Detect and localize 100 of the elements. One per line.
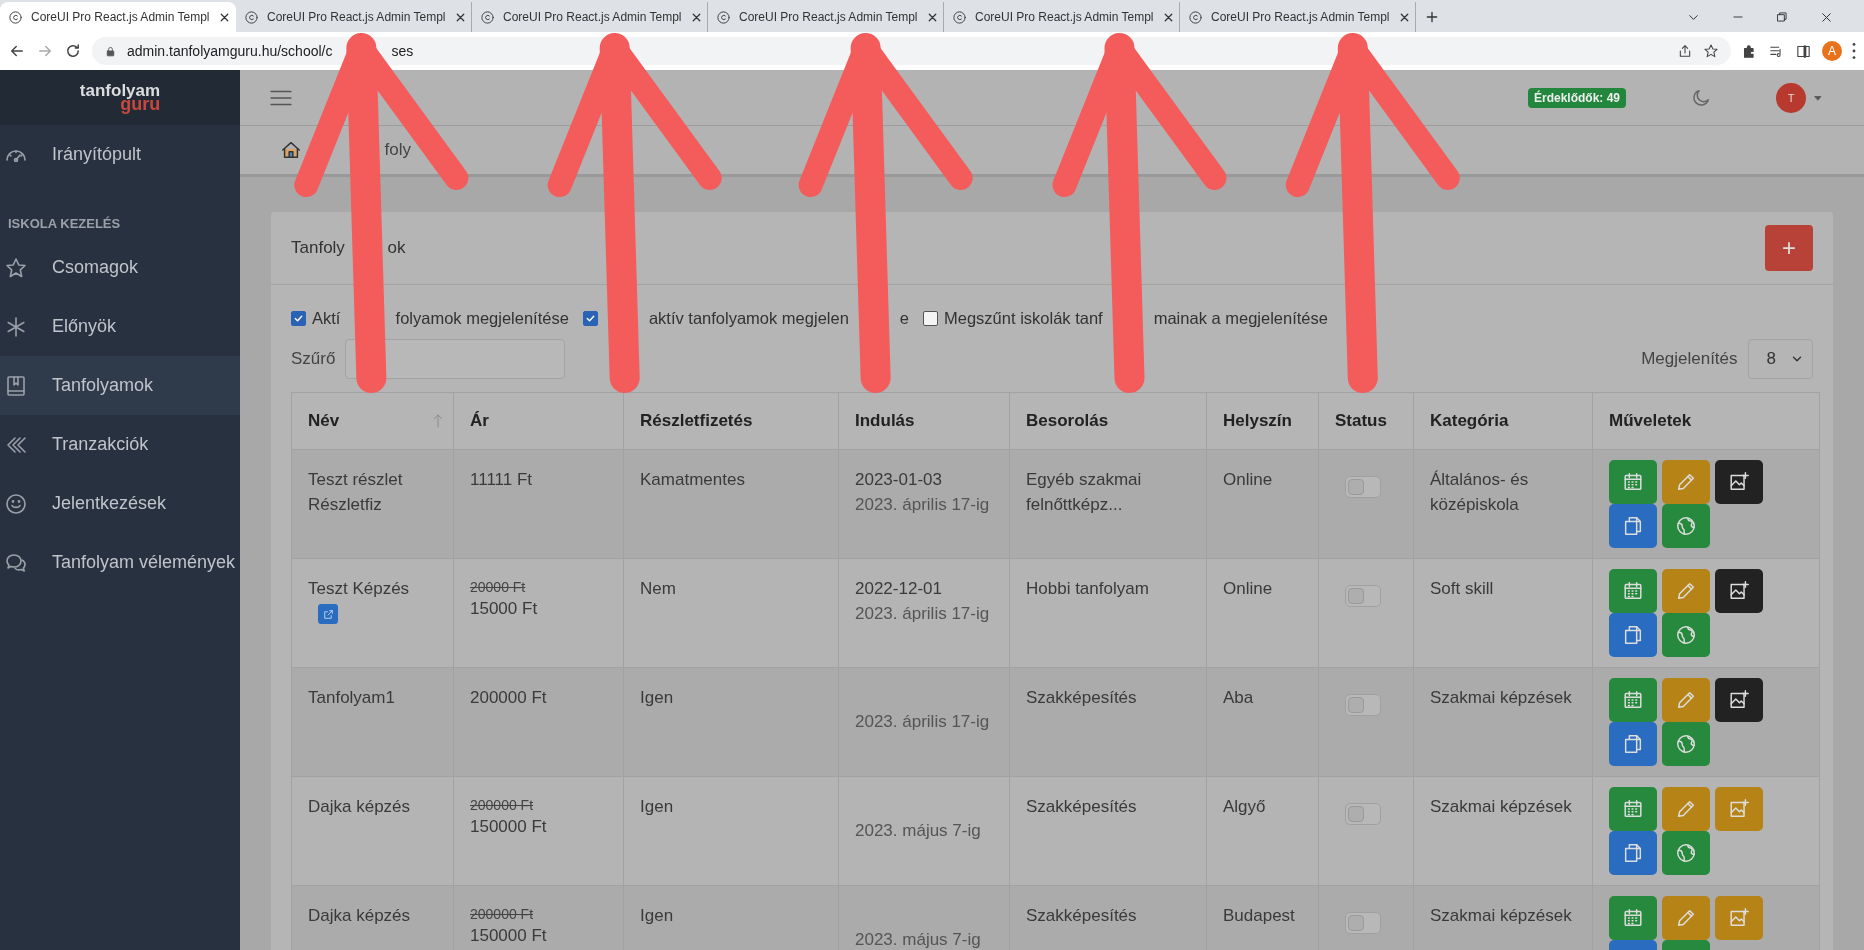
checkbox-label: folyamok megjelenítése <box>395 309 569 328</box>
classification-text: Szakképesítés <box>1026 906 1137 925</box>
circle-c-icon <box>716 9 731 25</box>
sidebar-item[interactable]: Előnyök <box>0 297 240 356</box>
sidebar-item[interactable]: Tanfolyamok <box>0 356 240 415</box>
image-button[interactable] <box>1715 569 1763 613</box>
end-date: 2023. május 7-ig <box>855 929 982 950</box>
check-icon <box>293 313 304 324</box>
copy-button[interactable] <box>1609 504 1657 548</box>
checkbox-label: aktív tanfolyamok megjelen <box>648 309 849 328</box>
copy-button[interactable] <box>1609 831 1657 875</box>
interest-count-badge: Érdeklődők: 49 <box>1527 87 1626 108</box>
globe-button[interactable] <box>1662 831 1710 875</box>
sidebar-item[interactable]: Irányítópult <box>0 125 240 184</box>
image-plus-icon <box>1728 798 1750 820</box>
column-header: Ár <box>470 411 489 431</box>
column-header: Status <box>1335 411 1387 431</box>
edit-button[interactable] <box>1662 678 1710 722</box>
card-title: ok <box>387 238 406 258</box>
circle-c-icon <box>480 9 495 25</box>
filter-label: Szűrő <box>291 349 336 369</box>
calendar-button[interactable] <box>1609 896 1657 940</box>
calendar-button[interactable] <box>1609 460 1657 504</box>
external-link-icon[interactable] <box>318 604 338 625</box>
breadcrumb-item[interactable]: foly <box>384 140 411 160</box>
lock-icon <box>104 44 117 58</box>
course-name: Dajka képzés <box>308 906 411 925</box>
column-header: Részletfizetés <box>640 411 753 431</box>
logo: tanfolyam guru <box>79 83 161 112</box>
image-button[interactable] <box>1715 460 1763 504</box>
browser-tab[interactable]: CoreUI Pro React.js Admin Templ <box>0 2 236 32</box>
edit-button[interactable] <box>1662 896 1710 940</box>
price: 150000 Ft <box>470 925 548 948</box>
checkbox[interactable] <box>923 311 938 326</box>
start-date: 2022-12-01 <box>855 578 943 600</box>
home-icon <box>280 139 302 161</box>
page-size-select[interactable]: 8 <box>1747 339 1813 379</box>
globe-icon <box>1675 624 1697 646</box>
end-date: 2023. április 17-ig <box>855 493 991 516</box>
course-name: Tanfolyam1 <box>308 688 395 707</box>
original-price: 200000 Ft <box>470 796 535 815</box>
original-price: 20000 Ft <box>470 578 527 597</box>
classification-text: Szakképesítés <box>1026 688 1137 707</box>
image-plus-icon <box>1728 580 1750 602</box>
url-text[interactable]: admin.tanfolyamguru.hu/school/c <box>127 43 333 59</box>
calendar-button[interactable] <box>1609 787 1657 831</box>
original-price: 200000 Ft <box>470 905 535 924</box>
column-header: Műveletek <box>1609 411 1692 431</box>
copy-icon <box>1622 733 1644 755</box>
url-text[interactable]: ses <box>391 43 414 59</box>
course-name: Teszt Képzés <box>308 579 410 598</box>
sidebar-item[interactable]: Tanfolyam vélemények <box>0 533 240 592</box>
status-toggle[interactable] <box>1345 803 1381 825</box>
status-toggle[interactable] <box>1345 585 1381 607</box>
globe-icon <box>1675 515 1697 537</box>
installment-text: Kamatmentes <box>640 470 745 489</box>
edit-button[interactable] <box>1662 787 1710 831</box>
category-text: Szakmai képzések <box>1430 688 1572 707</box>
globe-button[interactable] <box>1662 722 1710 766</box>
check-icon <box>584 313 596 324</box>
status-toggle[interactable] <box>1345 912 1381 934</box>
edit-button[interactable] <box>1662 569 1710 613</box>
user-avatar[interactable]: T <box>1776 82 1806 113</box>
column-header: Besorolás <box>1026 411 1109 431</box>
checkbox[interactable] <box>582 311 598 326</box>
location-text: Online <box>1223 579 1273 598</box>
copy-icon <box>1622 515 1644 537</box>
calendar-icon <box>1622 798 1644 820</box>
status-toggle[interactable] <box>1345 694 1381 716</box>
calendar-icon <box>1622 580 1644 602</box>
star-icon <box>1703 43 1719 59</box>
add-button[interactable]: + <box>1765 225 1813 271</box>
location-text: Budapest <box>1223 906 1295 925</box>
pencil-icon <box>1675 907 1697 929</box>
sidebar-item[interactable]: Csomagok <box>0 238 240 297</box>
calendar-button[interactable] <box>1609 569 1657 613</box>
sidebar-item[interactable]: Jelentkezések <box>0 474 240 533</box>
sidebar-item[interactable]: Tranzakciók <box>0 415 240 474</box>
installment-text: Nem <box>640 579 676 598</box>
side-panel-icon <box>1795 42 1812 60</box>
globe-icon <box>1675 733 1697 755</box>
image-plus-icon <box>1728 471 1750 493</box>
checkbox-label: Megszűnt iskolák tanf <box>944 309 1103 328</box>
calendar-icon <box>1622 471 1644 493</box>
checkbox[interactable] <box>291 311 306 326</box>
globe-button[interactable] <box>1662 504 1710 548</box>
checkbox-label: mainak a megjelenítése <box>1153 309 1328 328</box>
edit-button[interactable] <box>1662 460 1710 504</box>
circle-c-icon <box>244 9 259 25</box>
pencil-icon <box>1675 580 1697 602</box>
copy-button[interactable] <box>1609 613 1657 657</box>
calendar-button[interactable] <box>1609 678 1657 722</box>
copy-button[interactable] <box>1609 722 1657 766</box>
image-button[interactable] <box>1715 678 1763 722</box>
installment-text: Igen <box>640 797 674 816</box>
share-icon <box>1677 43 1693 59</box>
status-toggle[interactable] <box>1345 476 1381 498</box>
column-header: Név <box>308 411 340 431</box>
location-text: Algyő <box>1223 797 1266 816</box>
globe-button[interactable] <box>1662 613 1710 657</box>
